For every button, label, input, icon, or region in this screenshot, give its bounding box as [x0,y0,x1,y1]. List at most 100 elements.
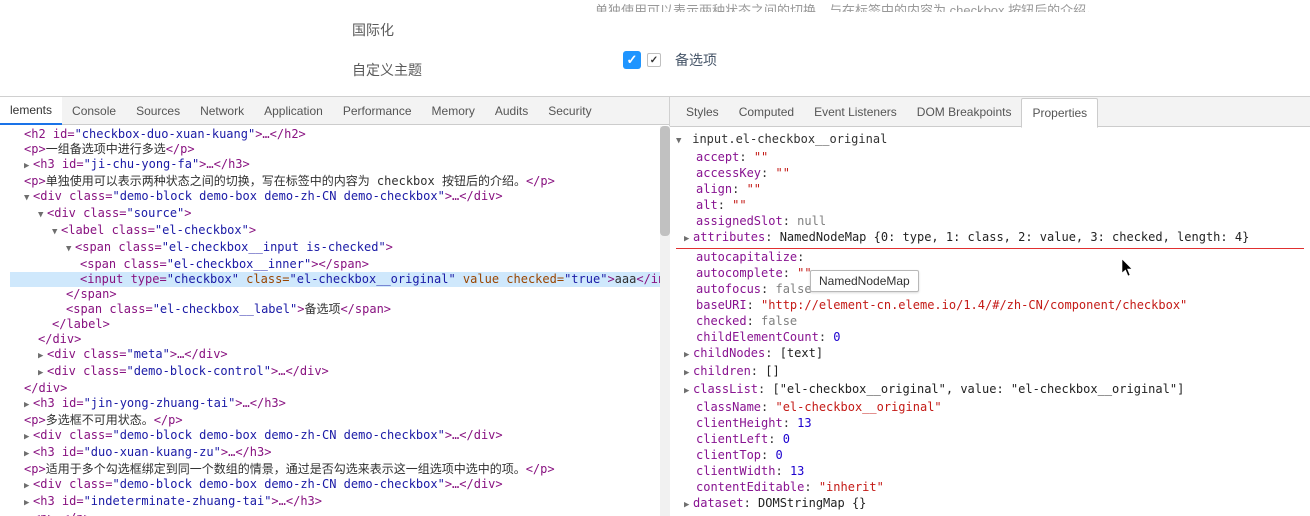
sidebar-item-custom-theme[interactable]: 自定义主题 [0,50,595,90]
expand-icon[interactable]: ▶ [24,479,33,494]
property-row[interactable]: autofocus: false [676,281,1304,297]
property-row[interactable]: autocomplete: "" [676,265,1304,281]
expand-icon[interactable]: ▶ [684,231,693,247]
dom-node[interactable]: <span class="el-checkbox__inner"></span> [10,257,669,272]
property-row[interactable]: className: "el-checkbox__original" [676,399,1304,415]
dom-node[interactable]: <span class="el-checkbox__label">备选项</sp… [10,302,669,317]
tab-console[interactable]: Console [62,97,126,125]
expand-icon[interactable]: ▶ [38,349,47,364]
expand-icon[interactable]: ▶ [24,496,33,511]
dom-tree[interactable]: <h2 id="checkbox-duo-xuan-kuang">…</h2> … [0,125,669,516]
dom-node[interactable]: ▶<h3 id="ji-chu-yong-fa">…</h3> [10,157,669,174]
property-key: checked [696,314,747,328]
dom-node[interactable]: <p>多选框不可用状态。</p> [10,413,669,428]
dom-node[interactable]: <p>适用于多个勾选框绑定到同一个数组的情景，通过是否勾选来表示这一组选项中选中… [10,462,669,477]
description-text: 单独使用可以表示两种状态之间的切换，与在标签中的内容为 checkbox 按钮后… [595,0,1310,12]
checkbox-secondary[interactable] [647,53,661,67]
dom-node[interactable]: <h2 id="checkbox-duo-xuan-kuang">…</h2> [10,127,669,142]
dom-node[interactable]: ▼<label class="el-checkbox"> [10,223,669,240]
expand-icon[interactable]: ▶ [24,159,33,174]
scrollbar-thumb[interactable] [660,126,670,236]
property-row[interactable]: ▶classList: ["el-checkbox__original", va… [676,381,1304,399]
tab-audits[interactable]: Audits [485,97,538,125]
expand-icon[interactable]: ▶ [24,447,33,462]
expand-icon[interactable]: ▶ [38,366,47,381]
property-row[interactable]: checked: false [676,313,1304,329]
collapse-icon[interactable]: ▼ [66,242,75,257]
dom-node[interactable]: </div> [10,332,669,347]
cursor-icon [1122,259,1134,277]
property-row[interactable]: accessKey: "" [676,165,1304,181]
devtools-side-tabs: Styles Computed Event Listeners DOM Brea… [670,97,1310,127]
property-row[interactable]: accept: "" [676,149,1304,165]
dom-node[interactable]: </div> [10,381,669,396]
property-row[interactable]: childElementCount: 0 [676,329,1304,345]
property-key: alt [696,198,718,212]
property-row[interactable]: clientLeft: 0 [676,431,1304,447]
tab-application[interactable]: Application [254,97,333,125]
tab-event-listeners[interactable]: Event Listeners [804,97,907,127]
property-row[interactable]: contentEditable: "inherit" [676,479,1304,495]
dom-node[interactable]: ▶<h3 id="jin-yong-zhuang-tai">…</h3> [10,396,669,413]
dom-node[interactable]: ▼<div class="source"> [10,206,669,223]
dom-node[interactable]: </span> [10,287,669,302]
property-value: DOMStringMap {} [758,496,866,510]
property-row[interactable]: ▶children: [] [676,363,1304,381]
property-value: null [797,214,826,228]
tab-sources[interactable]: Sources [126,97,190,125]
dom-node[interactable]: ▶<div class="demo-block-control">…</div> [10,364,669,381]
dom-node[interactable]: <p>单独使用可以表示两种状态之间的切换，写在标签中的内容为 checkbox … [10,174,669,189]
property-row[interactable]: clientTop: 0 [676,447,1304,463]
tab-security[interactable]: Security [538,97,601,125]
property-row[interactable]: ▶dataset: DOMStringMap {} [676,495,1304,513]
tab-performance[interactable]: Performance [333,97,422,125]
expand-icon[interactable]: ▶ [24,398,33,413]
tab-elements[interactable]: lements [0,97,62,125]
dom-node[interactable]: ▶<div class="meta">…</div> [10,347,669,364]
property-row[interactable]: ▶attributes: NamedNodeMap {0: type, 1: c… [676,229,1304,249]
tab-computed[interactable]: Computed [729,97,804,127]
properties-header[interactable]: ▼ input.el-checkbox__original [676,131,1304,149]
property-row[interactable]: autocapitalize: [676,249,1304,265]
dom-node[interactable]: ▶<h3 id="indeterminate-zhuang-tai">…</h3… [10,494,669,511]
tab-dom-breakpoints[interactable]: DOM Breakpoints [907,97,1022,127]
property-value: [] [765,364,779,378]
sidebar-item-i18n[interactable]: 国际化 [0,10,595,50]
expand-icon[interactable]: ▶ [684,497,693,513]
collapse-icon[interactable]: ▼ [676,133,685,149]
expand-icon[interactable]: ▶ [684,347,693,363]
dom-node[interactable]: ▼<div class="demo-block demo-box demo-zh… [10,189,669,206]
collapse-icon[interactable]: ▼ [38,208,47,223]
tab-network[interactable]: Network [190,97,254,125]
collapse-icon[interactable]: ▼ [24,191,33,206]
property-row[interactable]: clientHeight: 13 [676,415,1304,431]
collapse-icon[interactable]: ▼ [52,225,61,240]
checkbox-primary[interactable] [623,51,641,69]
dom-node[interactable]: <p>一组备选项中进行多选</p> [10,142,669,157]
scrollbar-vertical[interactable] [660,126,670,516]
devtools-right: Styles Computed Event Listeners DOM Brea… [670,97,1310,516]
property-value: 0 [783,432,790,446]
property-value: "" [775,166,789,180]
property-row[interactable]: baseURI: "http://element-cn.eleme.io/1.4… [676,297,1304,313]
property-row[interactable]: assignedSlot: null [676,213,1304,229]
dom-node[interactable]: ▼<span class="el-checkbox__input is-chec… [10,240,669,257]
tab-styles[interactable]: Styles [676,97,729,127]
properties-panel[interactable]: ▼ input.el-checkbox__original accept: ""… [670,127,1310,516]
expand-icon[interactable]: ▶ [684,383,693,399]
dom-node[interactable]: ▶<p>…</p> [10,511,669,516]
expand-icon[interactable]: ▶ [24,430,33,445]
dom-node[interactable]: ▶<h3 id="duo-xuan-kuang-zu">…</h3> [10,445,669,462]
property-row[interactable]: clientWidth: 13 [676,463,1304,479]
property-key: accept [696,150,739,164]
property-row[interactable]: alt: "" [676,197,1304,213]
dom-node-selected[interactable]: <input type="checkbox" class="el-checkbo… [10,272,669,287]
tab-memory[interactable]: Memory [422,97,485,125]
property-row[interactable]: align: "" [676,181,1304,197]
expand-icon[interactable]: ▶ [684,365,693,381]
dom-node[interactable]: ▶<div class="demo-block demo-box demo-zh… [10,428,669,445]
property-row[interactable]: ▶childNodes: [text] [676,345,1304,363]
dom-node[interactable]: </label> [10,317,669,332]
tab-properties[interactable]: Properties [1021,98,1098,128]
dom-node[interactable]: ▶<div class="demo-block demo-box demo-zh… [10,477,669,494]
